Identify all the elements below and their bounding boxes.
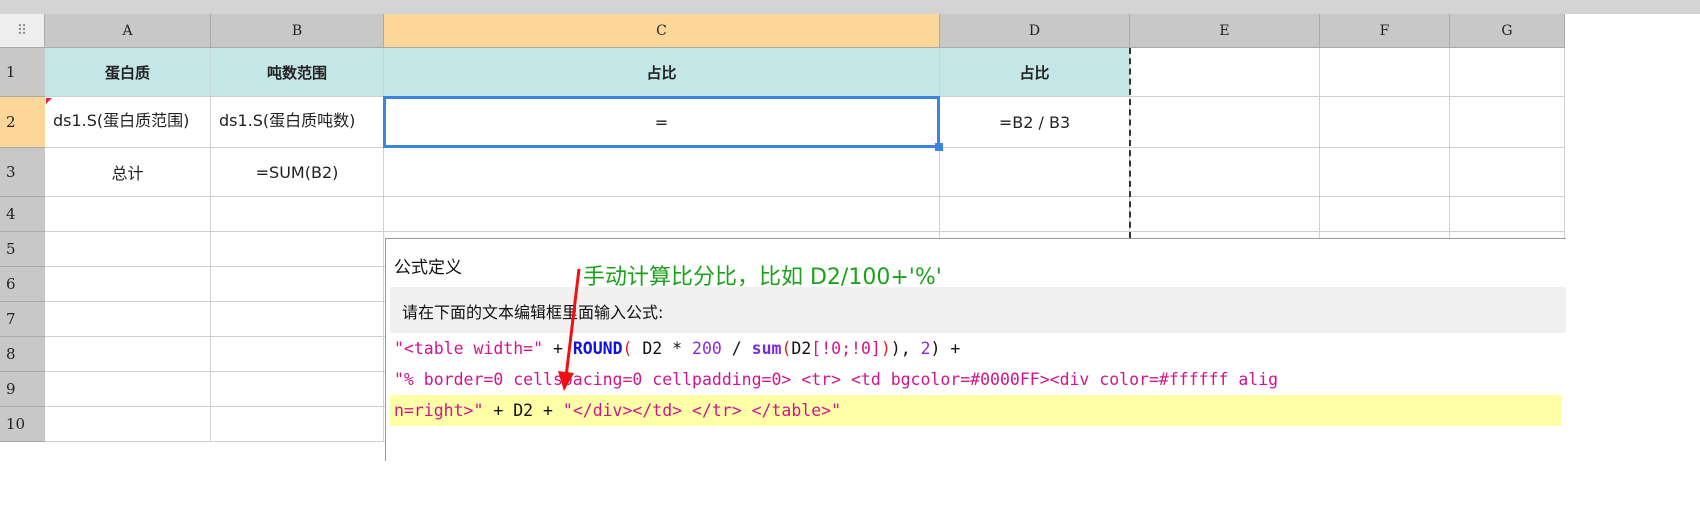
cell-C4[interactable] <box>384 197 940 232</box>
cell-A1[interactable]: 蛋白质 <box>45 48 211 97</box>
cell-B10[interactable] <box>211 407 384 442</box>
cell-A3[interactable]: 总计 <box>45 148 211 197</box>
cell-D3[interactable] <box>940 148 1130 197</box>
code-token: 2 <box>920 339 931 358</box>
cell-F1[interactable] <box>1320 48 1450 97</box>
toolbar-strip <box>0 0 1700 14</box>
cell-A5[interactable] <box>45 232 211 267</box>
cell-G2[interactable] <box>1450 97 1565 148</box>
formula-definition-dialog: 公式定义 请在下面的文本编辑框里面输入公式: "<table width=" +… <box>385 238 1566 461</box>
select-all-corner[interactable]: ⠿ <box>0 14 45 48</box>
code-line[interactable]: "% border=0 cellspacing=0 cellpadding=0>… <box>390 364 1562 395</box>
cell-C1[interactable]: 占比 <box>384 48 940 97</box>
code-token: 200 <box>692 339 722 358</box>
cell-D4[interactable] <box>940 197 1130 232</box>
column-header-d[interactable]: D <box>940 14 1130 48</box>
cell-A7[interactable] <box>45 302 211 337</box>
cell-G4[interactable] <box>1450 197 1565 232</box>
cell-B7[interactable] <box>211 302 384 337</box>
row-header-1[interactable]: 1 <box>0 48 45 97</box>
cell-B6[interactable] <box>211 267 384 302</box>
cell-B9[interactable] <box>211 372 384 407</box>
cell-E3[interactable] <box>1130 148 1320 197</box>
formula-editor[interactable]: "<table width=" + ROUND( D2 * 200 / sum(… <box>390 333 1562 426</box>
cell-B4[interactable] <box>211 197 384 232</box>
instruction-label: 请在下面的文本编辑框里面输入公式: <box>390 287 1566 333</box>
code-token: ) + <box>930 339 961 358</box>
cell-D2[interactable]: =B2 / B3 <box>940 97 1130 148</box>
cell-C3[interactable] <box>384 148 940 197</box>
cell-B5[interactable] <box>211 232 384 267</box>
row-header-4[interactable]: 4 <box>0 197 45 232</box>
code-token: [!0;!0] <box>811 339 881 358</box>
cell-A9[interactable] <box>45 372 211 407</box>
code-token: / <box>721 339 752 358</box>
cell-B1[interactable]: 吨数范围 <box>211 48 384 97</box>
code-token: ROUND <box>572 339 623 358</box>
cell-B3[interactable]: =SUM(B2) <box>211 148 384 197</box>
row-header-8[interactable]: 8 <box>0 337 45 372</box>
code-token: ( <box>781 339 792 358</box>
selected-cell-C2[interactable] <box>383 96 940 148</box>
column-header-b[interactable]: B <box>211 14 384 48</box>
cell-A2[interactable]: ds1.S(蛋白质范围) <box>45 97 211 148</box>
column-header-e[interactable]: E <box>1130 14 1320 48</box>
row-header-10[interactable]: 10 <box>0 407 45 442</box>
row-header-5[interactable]: 5 <box>0 232 45 267</box>
cell-D1[interactable]: 占比 <box>940 48 1130 97</box>
cell-F2[interactable] <box>1320 97 1450 148</box>
cell-E4[interactable] <box>1130 197 1320 232</box>
code-token: + <box>543 339 573 358</box>
cell-F4[interactable] <box>1320 197 1450 232</box>
code-token: "% border=0 cellspacing=0 cellpadding=0>… <box>394 370 1279 389</box>
code-token: "<table width=" <box>394 339 544 358</box>
page-break-line <box>1129 48 1131 238</box>
row-header-2[interactable]: 2 <box>0 97 45 148</box>
code-token: + D2 + <box>483 401 563 420</box>
cell-F3[interactable] <box>1320 148 1450 197</box>
row-header-7[interactable]: 7 <box>0 302 45 337</box>
cell-marker-icon <box>46 98 52 104</box>
cell-A4[interactable] <box>45 197 211 232</box>
cell-A6[interactable] <box>45 267 211 302</box>
code-token: ) <box>880 339 891 358</box>
dialog-title: 公式定义 <box>394 258 462 278</box>
code-line[interactable]: "<table width=" + ROUND( D2 * 200 / sum(… <box>390 333 1562 364</box>
cell-G3[interactable] <box>1450 148 1565 197</box>
cell-E2[interactable] <box>1130 97 1320 148</box>
column-header-a[interactable]: A <box>45 14 211 48</box>
column-header-c[interactable]: C <box>384 14 940 48</box>
annotation-text: 手动计算比分比，比如 D2/100+'%' <box>583 265 942 290</box>
column-header-g[interactable]: G <box>1450 14 1565 48</box>
row-header-9[interactable]: 9 <box>0 372 45 407</box>
code-token: ( <box>622 339 633 358</box>
cell-A8[interactable] <box>45 337 211 372</box>
row-header-6[interactable]: 6 <box>0 267 45 302</box>
code-token: "</div></td> </tr> </table>" <box>562 401 842 420</box>
cell-A10[interactable] <box>45 407 211 442</box>
code-token: n=right>" <box>394 401 484 420</box>
cell-G1[interactable] <box>1450 48 1565 97</box>
row-header-3[interactable]: 3 <box>0 148 45 197</box>
fill-handle[interactable] <box>935 143 943 151</box>
code-token: D2 * <box>632 339 693 358</box>
cell-E1[interactable] <box>1130 48 1320 97</box>
code-token: sum <box>751 339 782 358</box>
code-line[interactable]: n=right>" + D2 + "</div></td> </tr> </ta… <box>390 395 1562 426</box>
cell-B2[interactable]: ds1.S(蛋白质吨数) <box>211 97 384 148</box>
code-token: ), <box>890 339 921 358</box>
column-header-f[interactable]: F <box>1320 14 1450 48</box>
cell-B8[interactable] <box>211 337 384 372</box>
code-token: D2 <box>791 339 812 358</box>
